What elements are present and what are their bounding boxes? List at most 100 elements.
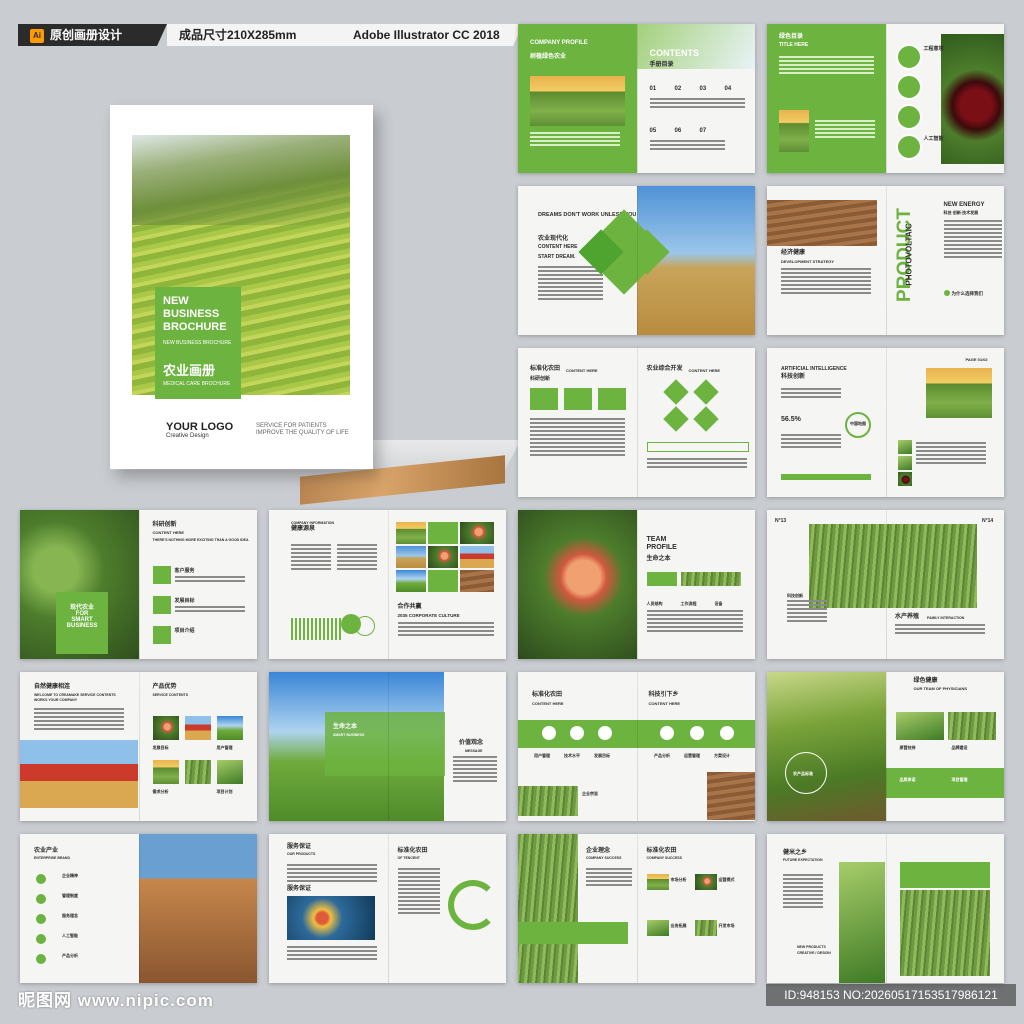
corn-photo [839, 862, 885, 983]
spread-cn-title: 健米之乡 [783, 850, 808, 856]
cover-title-line3: BROCHURE [163, 321, 227, 333]
grid-label: 项目计划 [216, 789, 233, 794]
foot-label: 企业宗旨 [582, 791, 598, 796]
icon-square [152, 626, 171, 644]
toc-01[interactable]: 01 [650, 86, 657, 93]
bullet-icon [36, 934, 46, 944]
item-label: 工作流程 [680, 601, 697, 606]
soil-photo [767, 200, 877, 246]
spread-tech-countryside: 标准化农田 CONTENT HERE 企业宗旨 科技引下乡 CONTENT HE… [518, 672, 755, 821]
text-block [34, 708, 124, 732]
wheat-strip [680, 572, 741, 586]
thumb-photo [459, 522, 494, 544]
spread-sub: OUR PRODUCTS [287, 852, 316, 856]
item-label: 管理制度 [62, 893, 78, 898]
icon-card [598, 388, 626, 410]
text-block [337, 544, 377, 572]
spread-foot: START DREAM. [538, 254, 576, 260]
contents-cn: 手册目录 [649, 62, 674, 68]
right-cn-title: 产品优势 [152, 684, 177, 690]
team-photo [895, 712, 944, 740]
illustrator-icon: Ai [30, 29, 44, 43]
green-band [518, 922, 628, 944]
watermark-site-url: www.nipic.com [77, 991, 214, 1010]
team-title-2: PROFILE [646, 544, 677, 551]
bullet-icon [36, 894, 46, 904]
item-label: 原营扶持 [899, 745, 916, 750]
new-products-sub: CREATIVE / DESIGN [797, 951, 831, 955]
grid-photo [152, 716, 179, 740]
spread-sub: CONTENT HERE [538, 244, 578, 250]
green-bar [781, 474, 871, 480]
hexagon-icon [542, 726, 556, 740]
text-block [397, 622, 494, 638]
thumb-photo [694, 874, 717, 890]
toc-03[interactable]: 03 [700, 86, 707, 93]
thumb-photo [897, 456, 912, 470]
toc-04[interactable]: 04 [725, 86, 732, 93]
spread-sub: CONTENT HERE [566, 368, 598, 373]
thumb-photo [459, 546, 494, 568]
grid-photo [184, 760, 211, 784]
item-label: 技术水平 [564, 753, 580, 758]
hills-photo [767, 672, 886, 821]
spread-values: 生命之本 SMART BUSINESS 价值观念 MESSAGE [269, 672, 506, 821]
field-photo [779, 110, 809, 152]
tag-original-design: Ai 原创画册设计 [18, 24, 167, 46]
spread-right-page: CONTENTS 手册目录 01 02 03 04 05 06 07 [636, 24, 755, 173]
spread-sub: CONTENT HERE [152, 530, 185, 535]
text-block [646, 610, 743, 634]
item-label: 人工智能 [923, 136, 944, 142]
soil-photo [706, 772, 755, 820]
green-block [646, 572, 677, 586]
text-block [787, 600, 827, 624]
wheat-photo [518, 786, 578, 816]
toc-06[interactable]: 06 [675, 128, 682, 135]
toc-05[interactable]: 05 [650, 128, 657, 135]
toc-07[interactable]: 07 [700, 128, 707, 135]
thumb-photo [897, 472, 912, 486]
right-cn-title: 标准化农田 [646, 848, 677, 854]
cover-logo: YOUR LOGO [166, 421, 234, 433]
text-block [646, 458, 747, 470]
item-label: 发展目标 [594, 753, 610, 758]
icon-card [530, 388, 558, 410]
peach-photo [518, 510, 637, 659]
right-sub: SERVICE CONTENTS [152, 693, 189, 697]
spread-right-page: 绿色健康 OUR TEAM OF PHYSICIANS 原营扶持 品牌建设 品质… [885, 672, 1005, 821]
harvester-photo [20, 740, 138, 808]
spread-right-page: 标准化农田 OF TENCENT [388, 834, 507, 983]
spread-title: COMPANY PROFILE [530, 40, 588, 46]
cover-service-line2: IMPROVE THE QUALITY OF LIFE [256, 430, 349, 436]
item-label: 服务理念 [62, 913, 78, 918]
tag-size: 成品尺寸210X285mm [167, 24, 353, 46]
cover-service-text: SERVICE FOR PATIENTS IMPROVE THE QUALITY… [256, 423, 349, 437]
koi-photo [287, 896, 375, 940]
spread-cn-title: 服务保证 [287, 844, 312, 850]
spread-nature: 自然健康相连 WELCOME TO CREAMAKE SERVICE CONTE… [20, 672, 257, 821]
text-block [174, 576, 245, 584]
item-label: 品质承诺 [899, 777, 916, 782]
field-photo [530, 76, 625, 126]
spread-contents: COMPANY PROFILE 树植绿色农业 CONTENTS 手册目录 01 … [518, 24, 755, 173]
item-label: 项目管理 [951, 777, 968, 782]
spread-cn-title: 农业产业 [34, 848, 59, 854]
text-block [287, 864, 377, 884]
toc-02[interactable]: 02 [675, 86, 682, 93]
spread-left-page: COMPANY INFORMATION 健康源泉 [269, 510, 388, 659]
item-label: 客户服务 [174, 568, 195, 574]
thumb-photo [395, 522, 426, 544]
text-block [781, 268, 871, 296]
spread-cn-title: 绿色健康 [913, 678, 938, 684]
bar-graphic [291, 618, 341, 640]
circle-icon [895, 104, 922, 130]
spread-broccoli: 现代农业 FOR SMART BUSINESS 科研创新 CONTENT HER… [20, 510, 257, 659]
grid-photo [184, 716, 211, 740]
diamond-icon [692, 379, 719, 405]
thumb-photo [694, 920, 717, 936]
aquaculture-sub: FAMILY INTERACTION [927, 616, 965, 620]
spread-cn-title: 生命之本 [646, 556, 671, 562]
thumb-photo [646, 920, 669, 936]
text-block [781, 388, 841, 400]
text-block [291, 544, 331, 572]
